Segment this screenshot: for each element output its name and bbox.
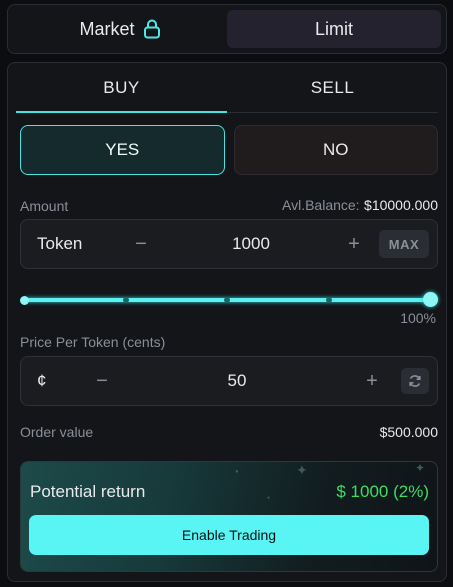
amount-input[interactable]: 1000 <box>211 234 291 254</box>
price-decrement-button[interactable]: − <box>87 370 117 393</box>
balance-label: Avl.Balance: <box>282 197 360 213</box>
tab-buy[interactable]: BUY <box>16 63 227 113</box>
tab-sell-label: SELL <box>310 77 355 97</box>
amount-decrement-button[interactable]: − <box>126 233 156 256</box>
price-label: Price Per Token (cents) <box>20 334 166 350</box>
price-input[interactable]: 50 <box>197 371 277 391</box>
side-tabs: BUY SELL <box>16 63 438 113</box>
order-value-row: Order value $500.000 <box>20 424 438 440</box>
slider-step-50[interactable] <box>224 297 230 303</box>
order-value-label: Order value <box>20 424 94 440</box>
potential-return-value: $ 1000 (2%) <box>336 482 429 501</box>
sparkle-icon: ✦ <box>415 461 426 475</box>
max-button[interactable]: MAX <box>379 230 429 258</box>
trade-panel: BUY SELL YES NO Amount Avl.Balance: $100… <box>7 62 447 582</box>
slider-handle[interactable] <box>423 292 438 307</box>
potential-return-label: Potential return <box>30 482 146 501</box>
price-input-box: ¢ − 50 + <box>20 356 438 406</box>
sparkle-icon: ● <box>235 469 239 475</box>
amount-increment-button[interactable]: + <box>339 233 369 256</box>
yes-button[interactable]: YES <box>20 125 225 175</box>
order-mode-toggle: Market Limit <box>7 4 447 54</box>
sparkle-icon: ✦ <box>296 462 308 478</box>
cents-icon: ¢ <box>37 371 47 390</box>
tab-limit[interactable]: Limit <box>227 10 441 48</box>
no-button[interactable]: NO <box>233 125 438 175</box>
tab-market-label: Market <box>79 18 135 39</box>
tab-market[interactable]: Market <box>13 10 227 48</box>
price-increment-button[interactable]: + <box>357 370 387 393</box>
slider-step-25[interactable] <box>122 297 129 303</box>
slider-start-dot <box>20 295 29 305</box>
potential-return-card: ✦ ● ✦ ● Potential return $ 1000 (2%) Ena… <box>20 461 438 572</box>
lock-icon <box>143 19 160 39</box>
amount-unit: Token <box>37 234 83 253</box>
tab-buy-label: BUY <box>103 77 140 97</box>
refresh-icon <box>409 375 421 387</box>
amount-meta: Amount Avl.Balance: $10000.000 <box>20 197 438 215</box>
balance-value: $10000.000 <box>364 197 438 213</box>
order-value: $500.000 <box>379 424 438 440</box>
sparkle-icon: ● <box>267 495 271 501</box>
enable-trading-label: Enable Trading <box>181 527 277 543</box>
tab-sell[interactable]: SELL <box>227 63 438 112</box>
max-button-label: MAX <box>388 236 420 252</box>
amount-label: Amount <box>20 198 69 214</box>
outcome-selector: YES NO <box>20 125 438 175</box>
amount-slider[interactable] <box>20 292 438 307</box>
tab-limit-label: Limit <box>314 18 353 39</box>
no-button-label: NO <box>323 140 349 159</box>
yes-button-label: YES <box>105 140 140 159</box>
slider-percent: 100% <box>400 310 436 326</box>
slider-step-75[interactable] <box>325 297 332 303</box>
amount-input-box: Token − 1000 + MAX <box>20 219 438 269</box>
refresh-button[interactable] <box>401 368 429 394</box>
enable-trading-button[interactable]: Enable Trading <box>29 515 429 555</box>
